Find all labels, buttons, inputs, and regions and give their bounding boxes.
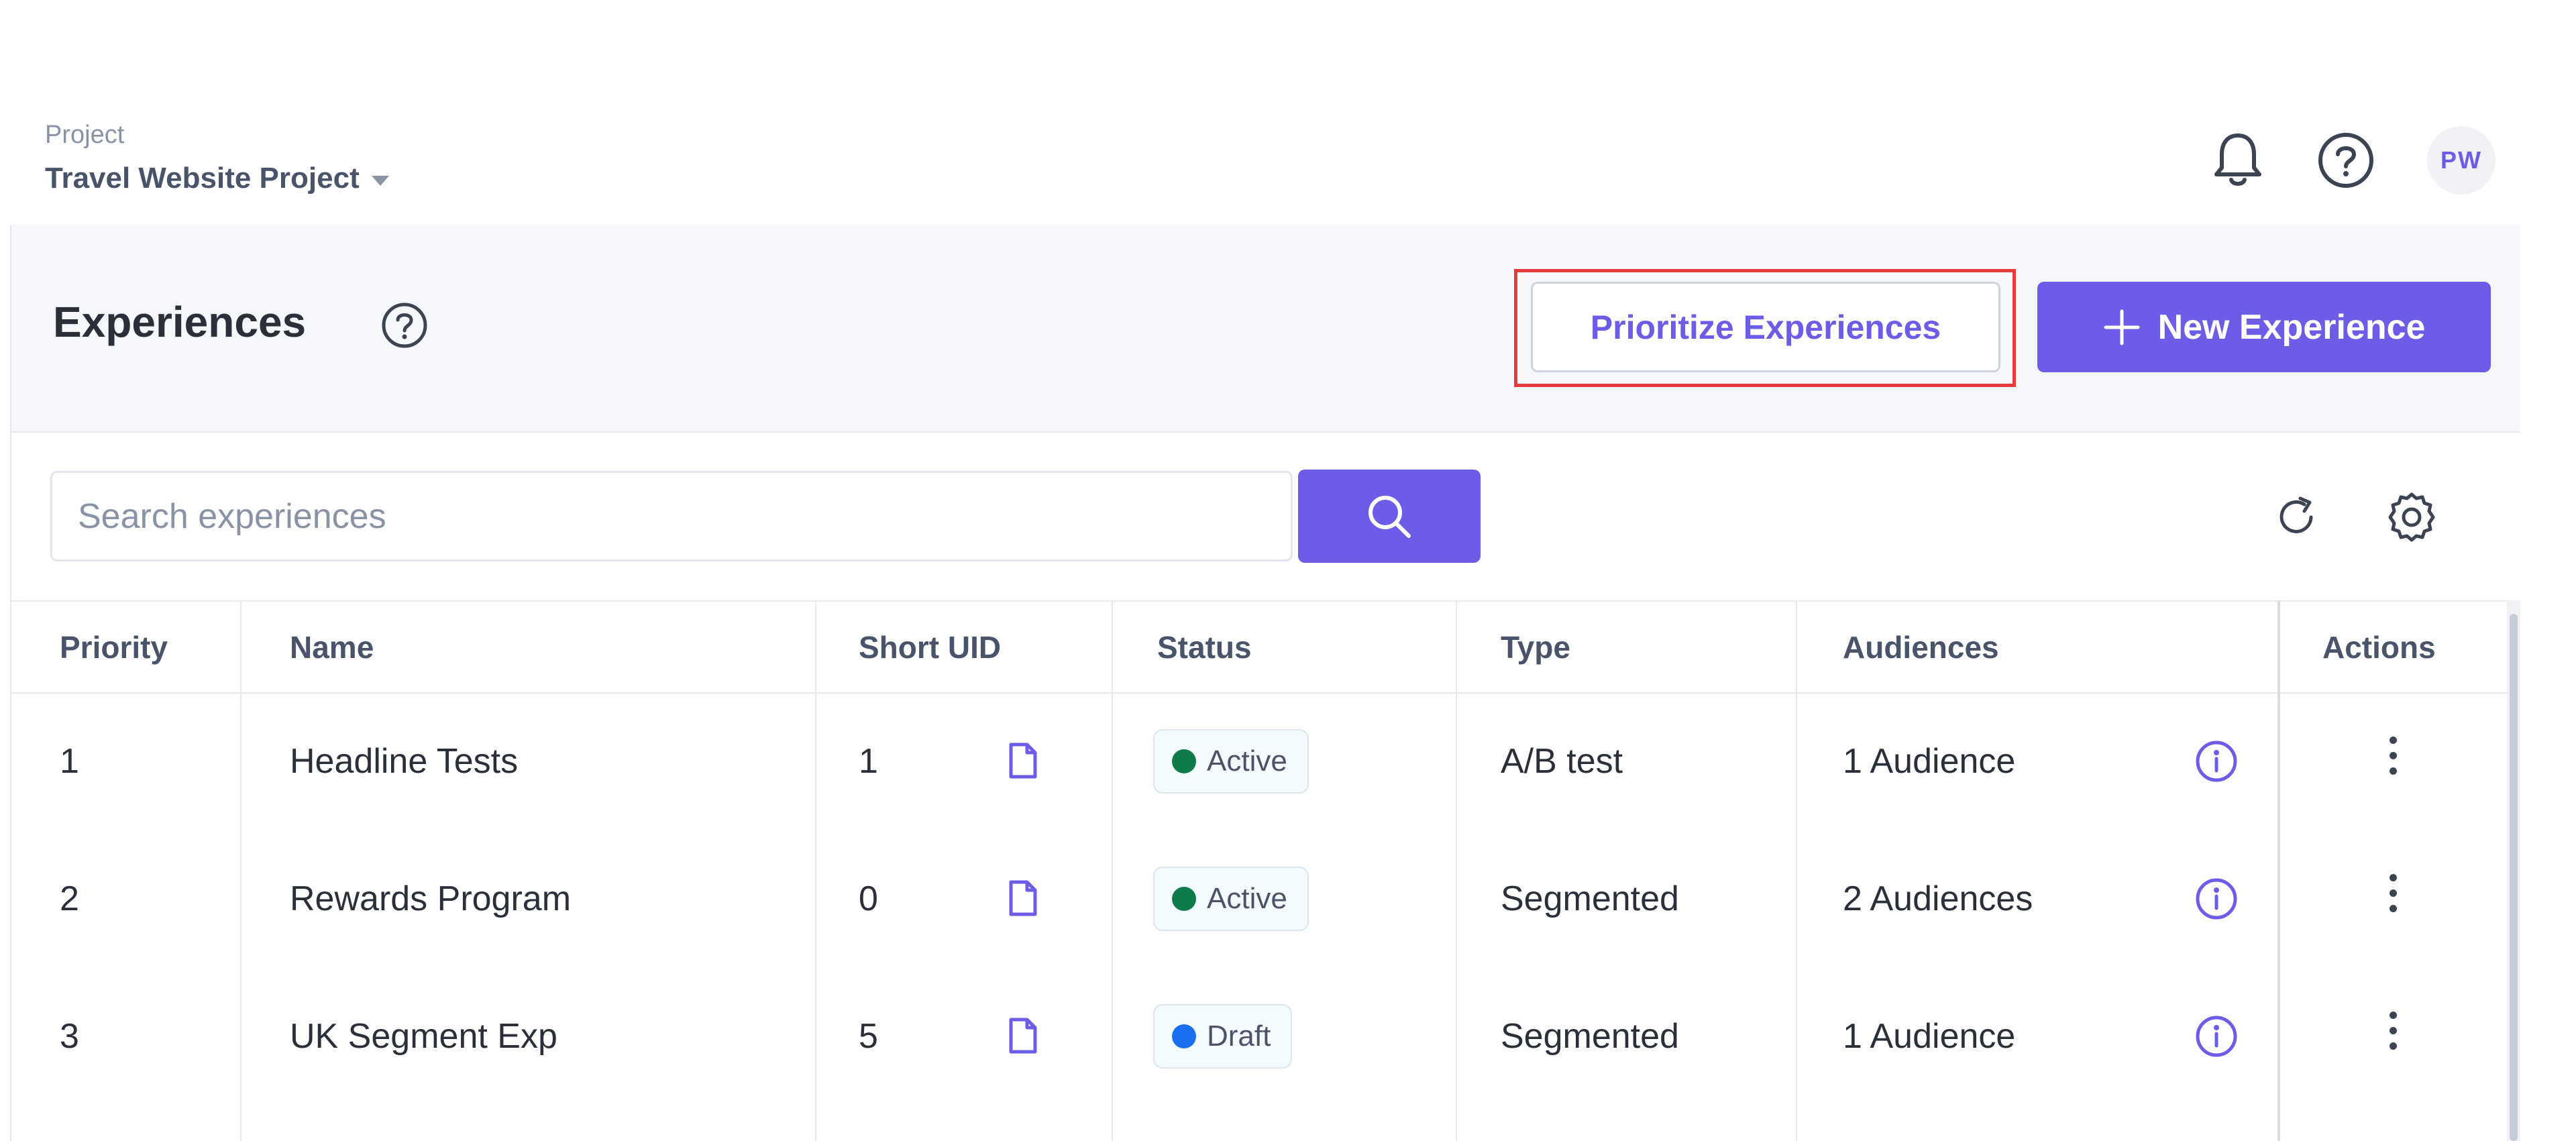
priority-cell: 2	[60, 879, 79, 918]
name-cell[interactable]: Rewards Program	[290, 830, 571, 967]
status-dot	[1172, 749, 1196, 773]
table-header: Priority Name Short UID Status Type Audi…	[11, 600, 2507, 694]
plus-icon	[2104, 309, 2140, 345]
column-header-name[interactable]: Name	[290, 602, 374, 692]
status-dot	[1172, 1024, 1196, 1048]
audiences-cell: 2 Audiences	[1843, 879, 2033, 918]
column-header-short-uid[interactable]: Short UID	[859, 602, 1001, 692]
info-icon[interactable]	[2194, 877, 2239, 924]
more-actions-icon[interactable]	[2390, 1012, 2397, 1050]
page-title: Experiences	[53, 298, 307, 346]
scrollbar-thumb[interactable]	[2510, 614, 2518, 1141]
help-icon[interactable]	[380, 301, 429, 353]
more-actions-icon[interactable]	[2390, 737, 2397, 775]
uid-cell: 5	[859, 1016, 878, 1056]
type-cell: Segmented	[1501, 1016, 1679, 1056]
column-header-priority[interactable]: Priority	[60, 602, 168, 692]
copy-icon[interactable]	[1006, 741, 1040, 784]
status-badge: Active	[1153, 867, 1309, 931]
status-dot	[1172, 887, 1196, 911]
top-bar: Project Travel Website Project PW	[0, 0, 2576, 225]
avatar[interactable]: PW	[2427, 126, 2496, 195]
status-badge: Draft	[1153, 1004, 1293, 1069]
project-selector[interactable]: Project Travel Website Project	[45, 121, 389, 195]
project-label: Project	[45, 121, 125, 149]
info-icon[interactable]	[2194, 1014, 2239, 1062]
search-button[interactable]	[1298, 470, 1481, 563]
column-header-type[interactable]: Type	[1501, 602, 1570, 692]
copy-icon[interactable]	[1006, 1016, 1040, 1059]
top-icons: PW	[2211, 126, 2496, 195]
new-experience-button[interactable]: New Experience	[2037, 282, 2491, 372]
status-label: Draft	[1207, 1020, 1271, 1052]
question-circle-icon[interactable]	[2317, 131, 2375, 189]
table-row[interactable]: 1 Headline Tests 1 Active A/B test 1 Aud…	[11, 692, 2507, 830]
priority-cell: 3	[60, 1016, 79, 1056]
info-icon[interactable]	[2194, 739, 2239, 787]
column-header-status[interactable]: Status	[1157, 602, 1252, 692]
experiences-table: Priority Name Short UID Status Type Audi…	[11, 600, 2520, 1141]
name-cell[interactable]: UK Segment Exp	[290, 967, 557, 1105]
search-input[interactable]	[50, 471, 1293, 561]
priority-cell: 1	[60, 741, 79, 781]
page-header: Experiences Prioritize Experiences New E…	[11, 225, 2520, 433]
experiences-panel: Experiences Prioritize Experiences New E…	[10, 225, 2520, 1141]
bell-icon[interactable]	[2211, 130, 2265, 191]
gear-icon[interactable]	[2385, 490, 2438, 547]
audiences-cell: 1 Audience	[1843, 1016, 2016, 1056]
status-label: Active	[1207, 745, 1287, 777]
type-cell: Segmented	[1501, 879, 1679, 918]
status-badge: Active	[1153, 729, 1309, 794]
more-actions-icon[interactable]	[2390, 874, 2397, 912]
copy-icon[interactable]	[1006, 878, 1040, 922]
uid-cell: 0	[859, 879, 878, 918]
name-cell[interactable]: Headline Tests	[290, 692, 518, 830]
type-cell: A/B test	[1501, 741, 1623, 781]
table-row[interactable]: 3 UK Segment Exp 5 Draft Segmented 1 Aud…	[11, 967, 2507, 1105]
chevron-down-icon	[371, 175, 389, 186]
search-icon	[1368, 495, 1411, 538]
prioritize-experiences-button[interactable]: Prioritize Experiences	[1531, 282, 2000, 372]
new-experience-label: New Experience	[2157, 307, 2426, 347]
column-header-audiences[interactable]: Audiences	[1843, 602, 1999, 692]
uid-cell: 1	[859, 741, 878, 781]
project-name-dropdown[interactable]: Travel Website Project	[45, 162, 389, 195]
audiences-cell: 1 Audience	[1843, 741, 2016, 781]
table-row[interactable]: 2 Rewards Program 0 Active Segmented 2 A…	[11, 830, 2507, 967]
refresh-icon[interactable]	[2271, 492, 2322, 546]
status-label: Active	[1207, 882, 1287, 915]
project-name: Travel Website Project	[45, 162, 360, 195]
column-header-actions: Actions	[2322, 629, 2436, 665]
